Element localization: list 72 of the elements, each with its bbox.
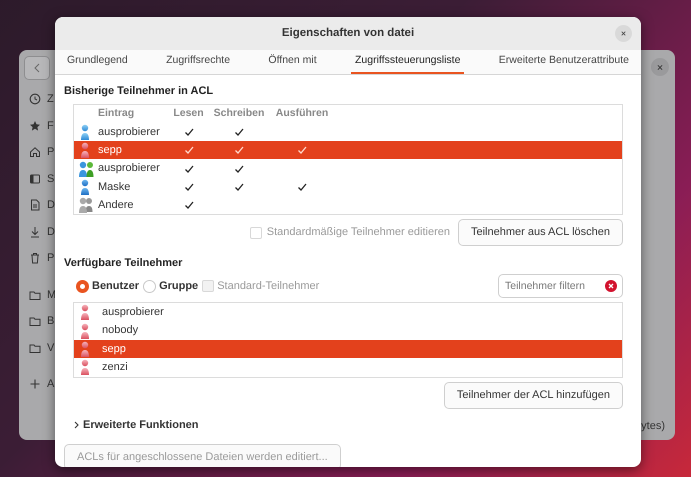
column-header: Eintrag	[98, 106, 136, 121]
sidebar-item[interactable]: A	[47, 376, 54, 392]
column-header: Lesen	[172, 106, 205, 121]
radio-label: Gruppe	[159, 279, 198, 294]
table-row[interactable]: sepp	[74, 141, 622, 160]
close-button[interactable]	[651, 58, 669, 76]
checkbox-label: Standardmäßige Teilnehmer editieren	[266, 225, 450, 240]
table-row[interactable]: ausprobierer	[74, 159, 622, 178]
filter-field[interactable]: Teilnehmer filtern	[498, 274, 623, 298]
table-cell-text: Maske	[98, 180, 132, 195]
add-button[interactable]: Teilnehmer der ACL hinzufügen	[444, 382, 623, 409]
status-text: ytes)	[641, 418, 665, 434]
user-name: ausprobierer	[102, 305, 164, 320]
document-icon	[29, 199, 41, 212]
folder-icon	[29, 315, 41, 328]
table-cell-text: ausprobierer	[98, 124, 161, 140]
group-icon	[78, 197, 94, 214]
user-name: nobody	[102, 323, 138, 338]
section-heading: Verfügbare Teilnehmer	[64, 256, 184, 271]
chevron-left-icon	[33, 63, 41, 73]
square-icon	[29, 172, 41, 185]
home-icon	[29, 146, 41, 158]
sidebar-item[interactable]: B	[47, 313, 54, 330]
close-button[interactable]	[615, 25, 632, 42]
checkbox-label: Standard-Teilnehmer	[217, 279, 320, 294]
table-row[interactable]: Andere	[74, 196, 622, 214]
list-item[interactable]: ausprobierer	[74, 303, 622, 322]
table-cell-text: ausprobierer	[98, 161, 161, 176]
sidebar-item[interactable]: Z	[47, 91, 54, 108]
remove-button[interactable]: Teilnehmer aus ACL löschen	[458, 219, 623, 246]
table-cell-text: sepp	[98, 142, 123, 158]
trash-icon	[29, 252, 41, 264]
clear-icon	[605, 280, 617, 292]
back-button[interactable]	[24, 56, 50, 80]
folder-icon	[29, 288, 41, 301]
tab[interactable]: Zugriffsrechte	[162, 50, 234, 74]
expander[interactable]: Erweiterte Funktionen	[74, 416, 199, 434]
column-header: Ausführen	[274, 106, 330, 121]
user-name: zenzi	[102, 360, 128, 376]
sidebar-item[interactable]: F	[47, 118, 54, 134]
close-icon	[621, 30, 626, 37]
sidebar-item[interactable]: V	[47, 340, 54, 356]
close-icon	[657, 64, 663, 70]
star-icon	[29, 120, 41, 132]
sidebar-item[interactable]: S	[47, 170, 54, 187]
download-icon	[29, 226, 41, 238]
sidebar-item[interactable]: D	[47, 197, 55, 214]
list-item[interactable]: sepp	[74, 340, 622, 358]
table-row[interactable]: ausprobierer	[74, 122, 622, 142]
list-item[interactable]: nobody	[74, 322, 622, 340]
tab[interactable]: Grundlegend	[63, 50, 132, 74]
sidebar-item[interactable]: P	[47, 144, 54, 160]
tab[interactable]: Öffnen mit	[264, 50, 321, 74]
user-name: sepp	[102, 342, 126, 357]
table-row[interactable]: Maske	[74, 178, 622, 196]
column-header: Schreiben	[212, 106, 266, 121]
window-title: Eigenschaften von datei	[282, 26, 414, 41]
radio-label: Benutzer	[92, 279, 140, 294]
section-heading: Bisherige Teilnehmer in ACL	[64, 84, 214, 99]
radio-button[interactable]	[143, 280, 156, 293]
chevron-icon	[74, 421, 80, 430]
list-item[interactable]: zenzi	[74, 358, 622, 376]
plus-icon	[29, 378, 41, 390]
sidebar-item[interactable]: P	[47, 250, 54, 266]
clock-icon	[29, 93, 41, 106]
folder-icon	[29, 342, 41, 354]
sidebar-item[interactable]: D	[47, 224, 55, 240]
tab[interactable]: Zugriffssteuerungsliste	[351, 50, 464, 74]
radio-button[interactable]	[76, 280, 89, 293]
table-cell-text: Andere	[98, 198, 134, 213]
group-icon	[78, 160, 94, 177]
tab[interactable]: Erweiterte Benutzerattribute	[494, 50, 633, 74]
